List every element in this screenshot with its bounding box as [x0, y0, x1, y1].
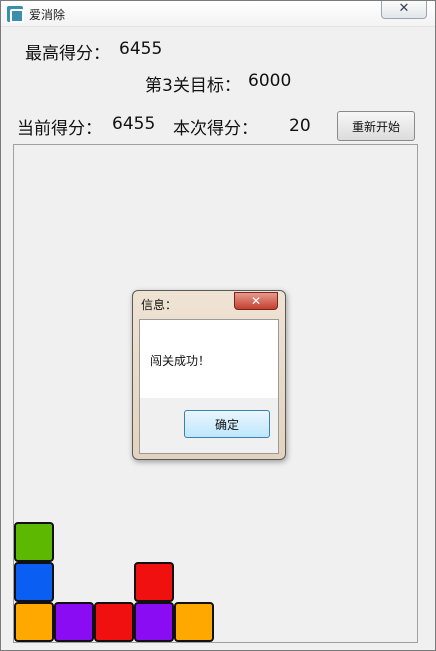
- target-label: 第3关目标：: [145, 76, 241, 96]
- window-close-button[interactable]: ✕: [381, 1, 427, 19]
- dialog-message-area: 闯关成功！: [140, 320, 278, 398]
- tile-purple[interactable]: [134, 602, 174, 642]
- dialog-close-button[interactable]: ✕: [234, 292, 278, 310]
- game-window: 爱消除 ✕ 最高得分： 6455 第3关目标： 6000 当前得分： 6455 …: [0, 0, 436, 651]
- tile-blue[interactable]: [14, 562, 54, 602]
- tile-red[interactable]: [134, 562, 174, 602]
- dialog-ok-button[interactable]: 确定: [184, 410, 270, 438]
- tile-red[interactable]: [94, 602, 134, 642]
- tile-green[interactable]: [14, 522, 54, 562]
- restart-button[interactable]: 重新开始: [337, 111, 415, 141]
- tile-purple[interactable]: [54, 602, 94, 642]
- this-score-label: 本次得分：: [173, 119, 258, 139]
- high-score-label: 最高得分：: [25, 44, 110, 64]
- tile-orange[interactable]: [174, 602, 214, 642]
- info-dialog: 信息： ✕ 闯关成功！ 确定: [132, 290, 286, 460]
- current-score-label: 当前得分：: [17, 119, 102, 139]
- dialog-message: 闯关成功！: [150, 354, 211, 368]
- dialog-title: 信息：: [141, 298, 178, 312]
- title-bar[interactable]: 爱消除 ✕: [1, 1, 435, 27]
- this-score-value: 20: [289, 116, 311, 136]
- app-icon: [7, 6, 24, 23]
- window-title: 爱消除: [29, 8, 66, 22]
- tile-orange[interactable]: [14, 602, 54, 642]
- dialog-body: 闯关成功！ 确定: [139, 319, 279, 454]
- target-value: 6000: [248, 71, 292, 91]
- high-score-value: 6455: [119, 39, 163, 59]
- current-score-value: 6455: [112, 114, 156, 134]
